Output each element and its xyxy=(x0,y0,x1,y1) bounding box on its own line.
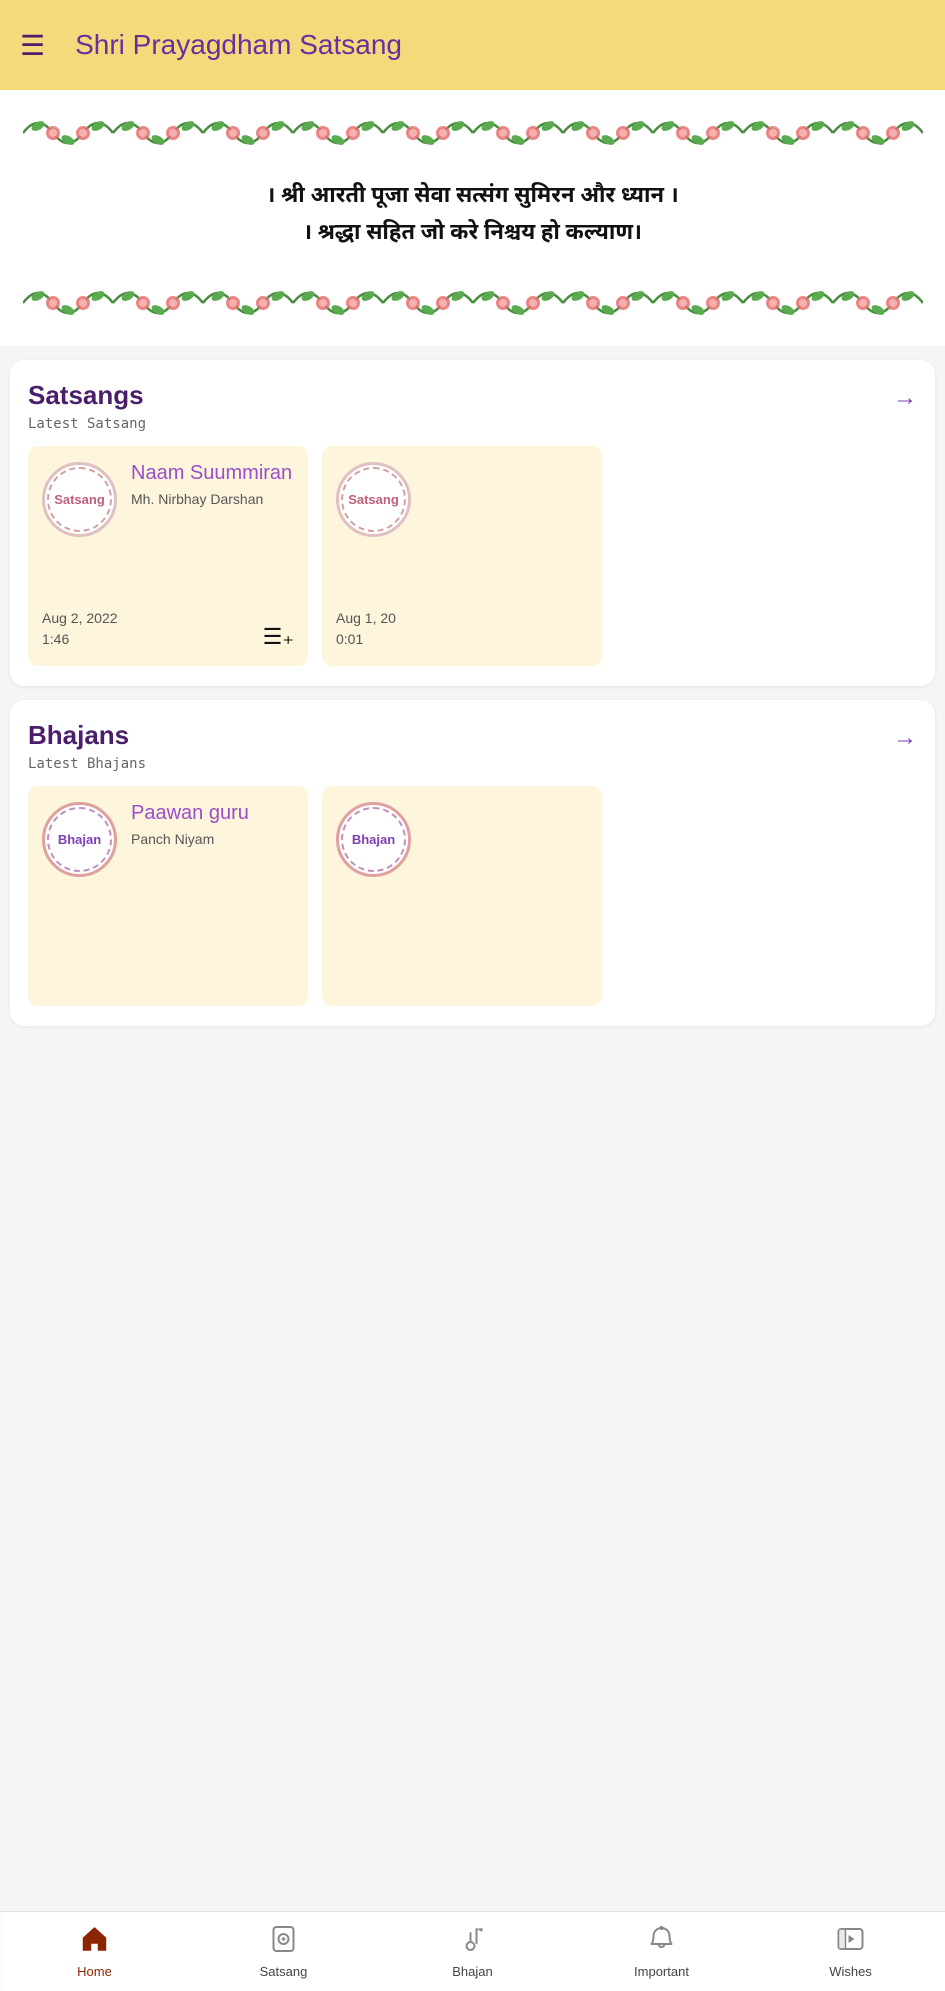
nav-label-important: Important xyxy=(634,1964,689,1979)
satsang-thumb-1: Satsang xyxy=(42,462,117,537)
bhajans-cards-row: Bhajan Paawan guru Panch Niyam xyxy=(28,786,917,1010)
satsang-card-2[interactable]: Satsang Aug 1, 20 0:01 xyxy=(322,446,602,666)
add-to-playlist-icon[interactable]: ☰₊ xyxy=(263,624,294,650)
satsang-thumb-2: Satsang xyxy=(336,462,411,537)
bhajan-card-1[interactable]: Bhajan Paawan guru Panch Niyam xyxy=(28,786,308,1006)
banner-line1: । श्री आरती पूजा सेवा सत्संग सुमिरन और ध… xyxy=(25,178,920,215)
bhajans-section: Bhajans → Latest Bhajans Bhajan Paawan g… xyxy=(10,700,935,1026)
nav-label-home: Home xyxy=(77,1964,112,1979)
bhajan-nav-icon xyxy=(461,1925,485,1960)
satsangs-header: Satsangs → xyxy=(28,380,917,412)
bottom-floral-border xyxy=(15,271,930,331)
banner-line2: । श्रद्धा सहित जो करे निश्चय हो कल्याण। xyxy=(25,215,920,252)
bhajan-info-2 xyxy=(425,802,588,808)
bhajan-title-1: Paawan guru xyxy=(131,802,294,825)
bhajan-thumb-1: Bhajan xyxy=(42,802,117,877)
satsangs-title: Satsangs xyxy=(28,380,144,411)
bhajans-arrow[interactable]: → xyxy=(893,724,917,752)
bhajans-subtitle: Latest Bhajans xyxy=(28,756,917,772)
satsang-card-1-top: Satsang Naam Suummiran Mh. Nirbhay Darsh… xyxy=(42,462,294,537)
important-nav-icon xyxy=(649,1925,675,1960)
home-icon xyxy=(81,1925,109,1960)
satsangs-arrow[interactable]: → xyxy=(893,384,917,412)
top-floral-border xyxy=(15,100,930,160)
satsang-thumb-label-1: Satsang xyxy=(54,492,105,507)
satsangs-section: Satsangs → Latest Satsang Satsang Naam S… xyxy=(10,360,935,686)
satsang-date-2: Aug 1, 20 0:01 xyxy=(336,608,396,650)
bhajan-artist-1: Panch Niyam xyxy=(131,831,294,847)
satsang-footer-1: Aug 2, 2022 1:46 ☰₊ xyxy=(42,608,294,650)
bhajans-title: Bhajans xyxy=(28,720,129,751)
nav-label-satsang: Satsang xyxy=(260,1964,308,1979)
satsang-card-1[interactable]: Satsang Naam Suummiran Mh. Nirbhay Darsh… xyxy=(28,446,308,666)
bottom-navigation: Home Satsang Bhajan xyxy=(0,1911,945,1991)
satsang-date-1: Aug 2, 2022 1:46 xyxy=(42,608,118,650)
satsang-title-1: Naam Suummiran xyxy=(131,462,294,485)
nav-item-home[interactable]: Home xyxy=(0,1917,189,1987)
satsang-thumb-label-2: Satsang xyxy=(348,492,399,507)
header-title: Shri Prayagdham Satsang xyxy=(75,29,402,61)
nav-item-satsang[interactable]: Satsang xyxy=(189,1917,378,1987)
satsangs-subtitle: Latest Satsang xyxy=(28,416,917,432)
satsangs-cards-row: Satsang Naam Suummiran Mh. Nirbhay Darsh… xyxy=(28,446,917,670)
satsang-card-2-top: Satsang xyxy=(336,462,588,537)
wishes-nav-icon xyxy=(837,1925,865,1960)
bhajan-thumb-label-2: Bhajan xyxy=(352,832,395,847)
bhajan-info-1: Paawan guru Panch Niyam xyxy=(131,802,294,847)
nav-label-bhajan: Bhajan xyxy=(452,1964,492,1979)
nav-item-bhajan[interactable]: Bhajan xyxy=(378,1917,567,1987)
banner-text: । श्री आरती पूजा सेवा सत्संग सुमिरन और ध… xyxy=(15,160,930,271)
satsang-footer-2: Aug 1, 20 0:01 xyxy=(336,608,588,650)
bhajan-card-1-top: Bhajan Paawan guru Panch Niyam xyxy=(42,802,294,877)
satsang-nav-icon xyxy=(271,1925,297,1960)
satsang-info-1: Naam Suummiran Mh. Nirbhay Darshan xyxy=(131,462,294,507)
satsang-artist-1: Mh. Nirbhay Darshan xyxy=(131,491,294,507)
bhajan-card-2-top: Bhajan xyxy=(336,802,588,877)
satsang-info-2 xyxy=(425,462,588,468)
nav-item-important[interactable]: Important xyxy=(567,1917,756,1987)
menu-icon[interactable]: ☰ xyxy=(20,29,45,62)
bhajans-header: Bhajans → xyxy=(28,720,917,752)
app-header: ☰ Shri Prayagdham Satsang xyxy=(0,0,945,90)
banner-section: । श्री आरती पूजा सेवा सत्संग सुमिरन और ध… xyxy=(0,90,945,346)
nav-item-wishes[interactable]: Wishes xyxy=(756,1917,945,1987)
bhajan-thumb-2: Bhajan xyxy=(336,802,411,877)
bhajan-card-2[interactable]: Bhajan xyxy=(322,786,602,1006)
bhajan-thumb-label-1: Bhajan xyxy=(58,832,101,847)
nav-label-wishes: Wishes xyxy=(829,1964,872,1979)
